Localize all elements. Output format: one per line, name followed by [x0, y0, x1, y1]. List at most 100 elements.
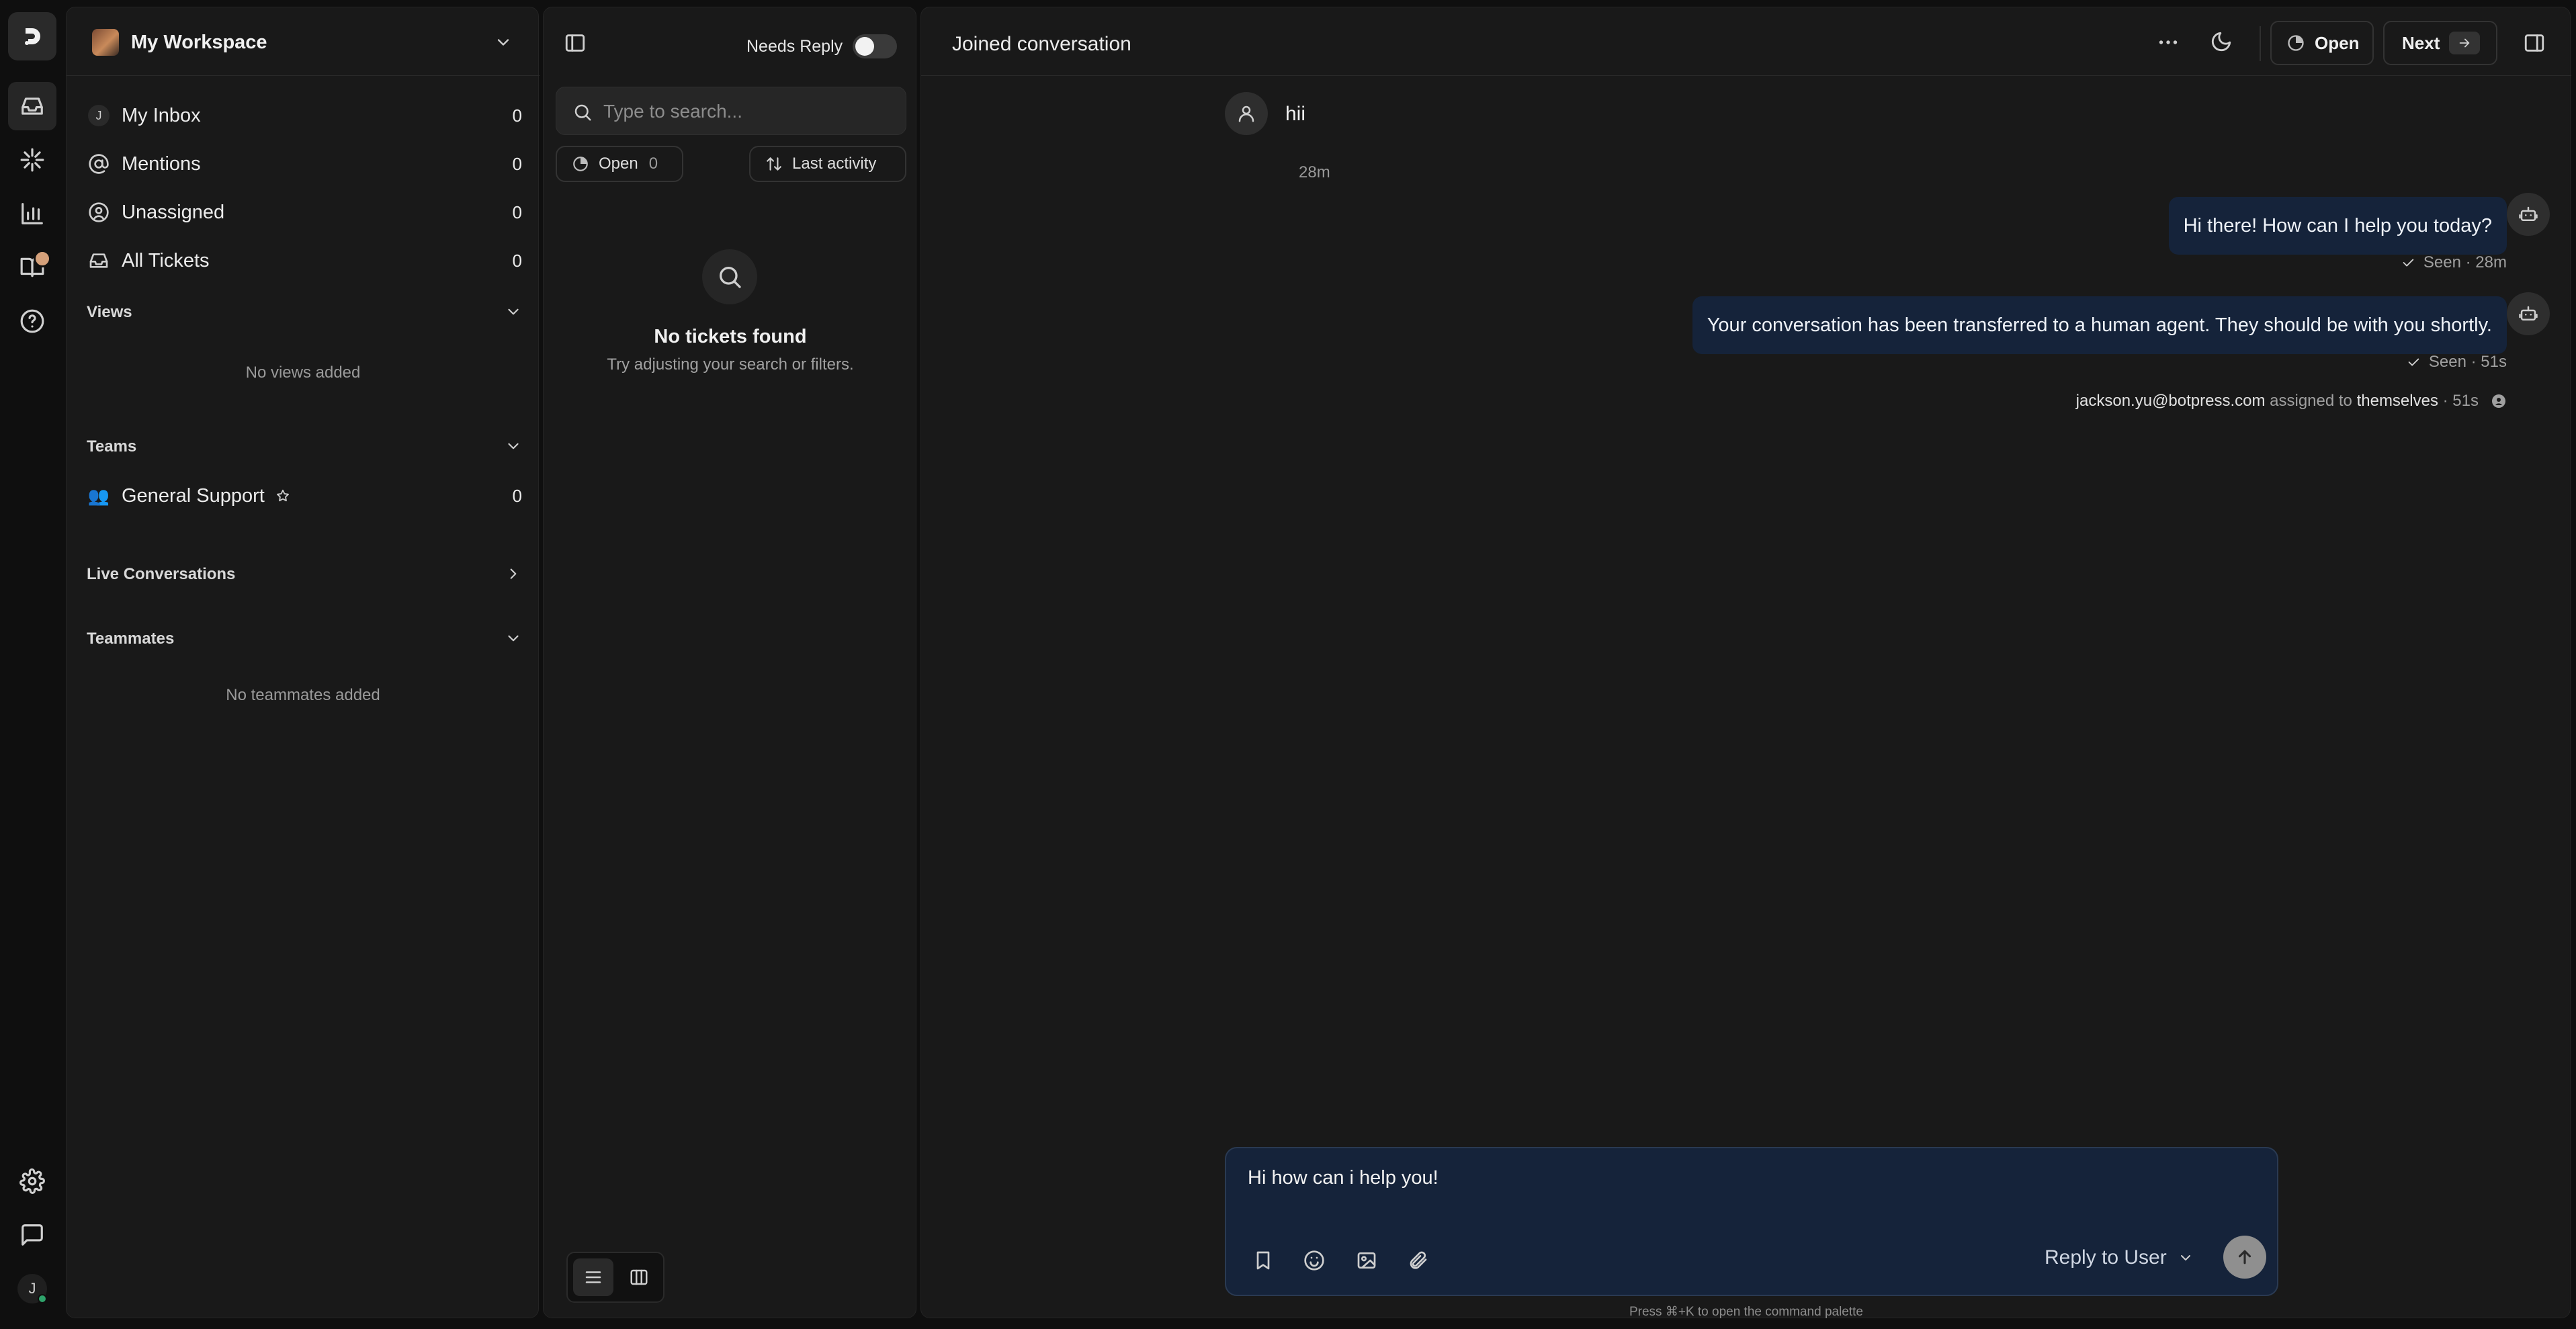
send-button[interactable]: [2223, 1236, 2266, 1279]
help-icon[interactable]: [8, 297, 56, 345]
sidebar-item-general-support[interactable]: 👥 General Support 0: [87, 475, 522, 517]
snooze-icon[interactable]: [2210, 30, 2233, 53]
logo-icon[interactable]: [8, 12, 56, 60]
sidebar: My Workspace J My Inbox 0 Mentions 0 Una…: [66, 7, 540, 1318]
chevron-down-icon: [505, 437, 522, 455]
message-status-text: Seen · 51s: [2428, 353, 2507, 371]
chevron-right-icon: [505, 565, 522, 583]
team-emoji-icon: 👥: [87, 485, 110, 506]
live-conversations-section-header[interactable]: Live Conversations: [87, 561, 522, 588]
conversation-title: Joined conversation: [952, 33, 1131, 55]
workspace-switcher[interactable]: My Workspace: [67, 7, 540, 76]
emoji-icon[interactable]: [1296, 1242, 1332, 1279]
star-icon[interactable]: [275, 488, 290, 503]
sidebar-item-unassigned[interactable]: Unassigned 0: [87, 191, 522, 233]
chat-icon[interactable]: [8, 1211, 56, 1259]
sidebar-item-mentions[interactable]: Mentions 0: [87, 143, 522, 185]
status-filter-label: Open: [599, 155, 638, 173]
reply-textarea[interactable]: Hi how can i help you!: [1248, 1167, 2256, 1205]
teams-section-header[interactable]: Teams: [87, 433, 522, 460]
sidebar-item-label: General Support: [122, 484, 265, 507]
teammates-empty-note: No teammates added: [226, 686, 380, 704]
workspace-avatar: [92, 29, 119, 56]
needs-reply-label: Needs Reply: [746, 37, 843, 56]
attachment-icon[interactable]: [1400, 1242, 1436, 1279]
sidebar-item-all-tickets[interactable]: All Tickets 0: [87, 240, 522, 282]
inbox-icon[interactable]: [8, 82, 56, 130]
app-rail: J: [0, 0, 65, 1329]
section-title: Live Conversations: [87, 565, 236, 583]
sparkle-icon[interactable]: [8, 136, 56, 184]
sidebar-item-count: 0: [512, 485, 522, 506]
command-palette-hint: Press ⌘+K to open the command palette: [1629, 1305, 1863, 1319]
sidebar-item-count: 0: [512, 202, 522, 222]
empty-state-subtitle: Try adjusting your search or filters.: [607, 355, 854, 374]
message-bubble-bot: Your conversation has been transferred t…: [1692, 296, 2507, 354]
status-open-label: Open: [2315, 32, 2360, 53]
status-filter-button[interactable]: Open 0: [556, 146, 683, 182]
list-view-icon[interactable]: [573, 1258, 613, 1296]
ticket-search[interactable]: [556, 87, 906, 135]
conversation-header: Joined conversation Open Next: [921, 7, 2571, 76]
at-icon: [87, 152, 111, 176]
sidebar-item-label: Mentions: [122, 153, 201, 175]
status-open-icon: [2286, 34, 2305, 52]
event-target: themselves: [2356, 392, 2438, 410]
section-title: Views: [87, 303, 132, 321]
toggle-knob: [855, 37, 874, 56]
notification-badge: [34, 250, 51, 267]
views-section-header[interactable]: Views: [87, 299, 522, 326]
next-label: Next: [2402, 32, 2440, 53]
user-circle-icon: [87, 200, 111, 224]
sidebar-item-label: All Tickets: [122, 249, 210, 271]
assignment-event: jackson.yu@botpress.com assigned to them…: [2076, 392, 2507, 411]
sort-button[interactable]: Last activity: [749, 146, 906, 182]
sidebar-toggle-icon[interactable]: [564, 32, 587, 54]
teammates-section-header[interactable]: Teammates: [87, 626, 522, 652]
message-composer: Hi how can i help you! Reply to User: [1225, 1147, 2278, 1296]
more-icon[interactable]: [2156, 30, 2180, 54]
message-status: Seen · 51s: [2406, 353, 2507, 372]
status-filter-count: 0: [648, 155, 658, 173]
view-mode-switch: [566, 1252, 664, 1303]
image-icon[interactable]: [1348, 1242, 1385, 1279]
customer-avatar: [1225, 92, 1268, 135]
reply-mode-label: Reply to User: [2045, 1246, 2167, 1269]
settings-icon[interactable]: [8, 1157, 56, 1205]
details-panel-toggle-icon[interactable]: [2523, 32, 2546, 54]
check-icon: [2401, 255, 2415, 270]
chevron-down-icon: [2178, 1250, 2194, 1266]
book-icon[interactable]: [8, 243, 56, 292]
online-indicator: [38, 1294, 47, 1303]
search-icon: [572, 102, 593, 122]
chevron-down-icon: [494, 33, 513, 52]
sidebar-item-count: 0: [512, 250, 522, 271]
message-status-text: Seen · 28m: [2423, 253, 2507, 271]
board-view-icon[interactable]: [619, 1258, 659, 1296]
reply-mode-select[interactable]: Reply to User: [2045, 1246, 2194, 1269]
section-title: Teammates: [87, 630, 175, 648]
bot-icon: [2507, 193, 2550, 236]
sidebar-item-label: Unassigned: [122, 201, 225, 223]
header-divider: [2260, 26, 2261, 61]
check-icon: [2406, 355, 2421, 370]
search-input[interactable]: [603, 97, 892, 126]
analytics-icon[interactable]: [8, 189, 56, 238]
sidebar-item-my-inbox[interactable]: J My Inbox 0: [87, 95, 522, 136]
sidebar-item-count: 0: [512, 153, 522, 174]
sort-label: Last activity: [792, 155, 877, 173]
sort-icon: [765, 155, 783, 173]
chevron-down-icon: [505, 303, 522, 320]
ticket-list-panel: Needs Reply Open 0 Last activity No tick…: [543, 7, 916, 1318]
sidebar-item-count: 0: [512, 105, 522, 126]
arrow-right-icon: [2449, 32, 2480, 54]
next-button[interactable]: Next: [2383, 21, 2497, 65]
chevron-down-icon: [505, 630, 522, 647]
message-status: Seen · 28m: [2401, 253, 2507, 272]
tray-icon: [87, 249, 111, 273]
user-circle-icon: [2491, 393, 2507, 409]
bookmark-icon[interactable]: [1245, 1242, 1281, 1279]
event-actor: jackson.yu@botpress.com: [2075, 392, 2266, 410]
needs-reply-toggle[interactable]: [853, 34, 897, 58]
status-open-button[interactable]: Open: [2270, 21, 2374, 65]
